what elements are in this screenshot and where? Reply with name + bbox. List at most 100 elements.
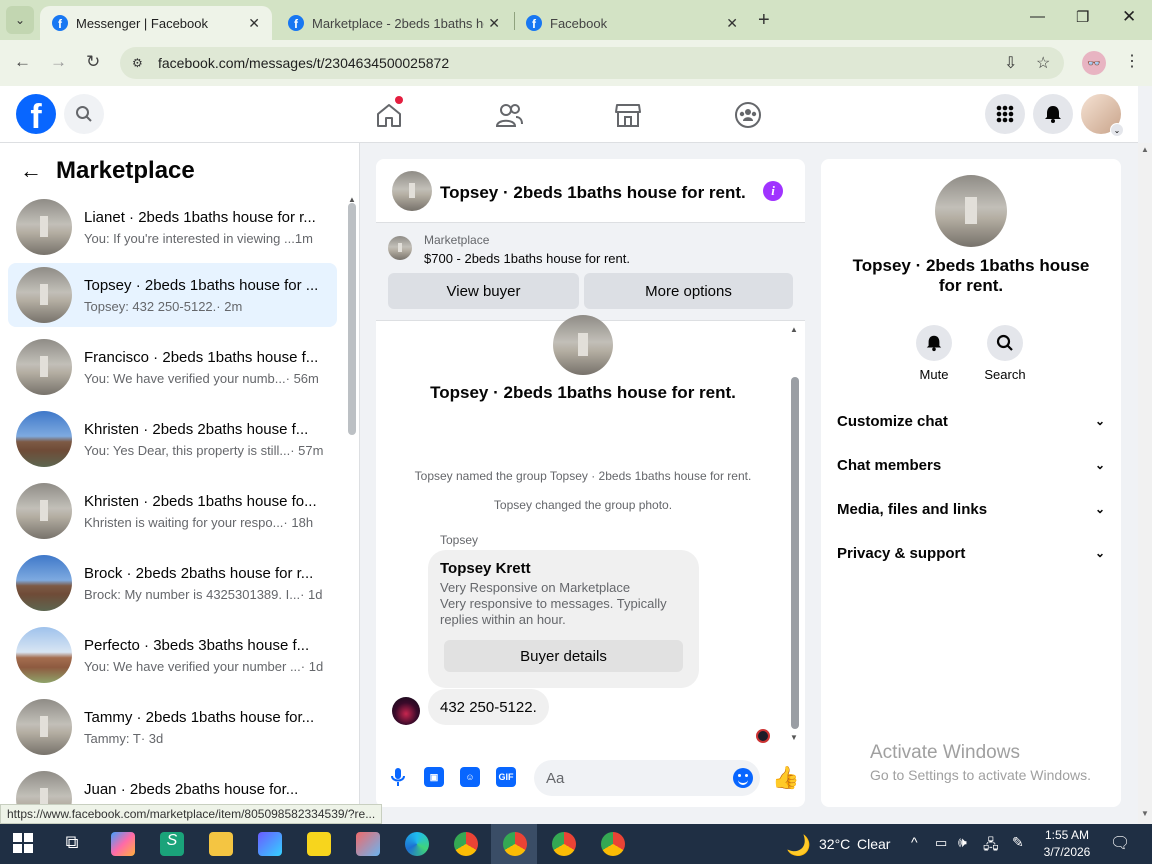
buyer-details-button[interactable]: Buyer details — [444, 640, 683, 672]
chrome-icon[interactable] — [454, 832, 478, 856]
chat-members-section[interactable]: Chat members ⌄ — [829, 443, 1113, 487]
marketplace-nav-button[interactable] — [613, 100, 643, 130]
view-buyer-button[interactable]: View buyer — [388, 273, 579, 309]
scroll-up-arrow[interactable]: ▲ — [790, 325, 798, 334]
forward-icon[interactable]: → — [50, 52, 67, 72]
mute-button[interactable] — [916, 325, 952, 361]
chat-scrollbar[interactable] — [791, 377, 799, 729]
app-s-icon[interactable]: S — [160, 832, 184, 856]
back-icon[interactable]: ← — [14, 52, 31, 72]
bookmark-star-icon[interactable]: ☆ — [1036, 53, 1050, 73]
chrome-profile-icon[interactable] — [601, 832, 625, 856]
paint-icon[interactable] — [356, 832, 380, 856]
tab-marketplace[interactable]: f Marketplace - 2beds 1baths hou ✕ — [276, 6, 512, 40]
privacy-support-section[interactable]: Privacy & support ⌄ — [829, 531, 1113, 575]
windows-start-icon[interactable] — [12, 832, 36, 856]
reload-icon[interactable]: ↻ — [86, 52, 100, 72]
restore-icon[interactable]: ❐ — [1076, 8, 1089, 26]
new-tab-icon[interactable]: + — [758, 9, 770, 32]
chat-title[interactable]: Topsey · 2beds 1baths house for rent. — [440, 183, 746, 203]
site-settings-icon[interactable]: ⚙ — [132, 56, 148, 70]
search-action[interactable]: Search — [975, 325, 1035, 382]
friends-nav-button[interactable] — [494, 100, 524, 130]
page-scrollbar[interactable]: ▲ ▼ — [1138, 143, 1152, 824]
sender-avatar[interactable] — [392, 697, 420, 725]
mute-action[interactable]: Mute — [904, 325, 964, 382]
scroll-down-arrow[interactable]: ▼ — [1141, 809, 1149, 818]
edge-icon[interactable] — [405, 832, 429, 856]
sticker-icon[interactable]: ☺ — [460, 767, 480, 787]
menu-button[interactable] — [985, 94, 1025, 134]
tab-search-button[interactable]: ⌄ — [6, 6, 34, 34]
group-photo-large[interactable] — [935, 175, 1007, 247]
close-tab-icon[interactable]: ✕ — [488, 15, 500, 32]
listing-photo — [16, 411, 72, 467]
search-in-chat-button[interactable] — [987, 325, 1023, 361]
media-files-links-section[interactable]: Media, files and links ⌄ — [829, 487, 1113, 531]
listing-thumbnail[interactable] — [388, 236, 412, 260]
clock-time[interactable]: 1:55 AM — [1038, 828, 1096, 842]
listing-title[interactable]: $700 - 2beds 1baths house for rent. — [424, 251, 630, 266]
message-input[interactable] — [534, 760, 760, 796]
temperature[interactable]: 32°C — [819, 836, 850, 852]
notifications-button[interactable] — [1033, 94, 1073, 134]
conversation-item[interactable]: Khristen · 2beds 2baths house f... You: … — [8, 407, 337, 471]
conversation-item[interactable]: Francisco · 2beds 1baths house f... You:… — [8, 335, 337, 399]
conversation-item[interactable]: Lianet · 2beds 1baths house for r... You… — [8, 195, 337, 259]
facebook-search-button[interactable] — [64, 94, 104, 134]
network-icon[interactable]: 🖧 — [983, 834, 999, 858]
file-explorer-icon[interactable] — [209, 832, 233, 856]
gif-icon[interactable]: GIF — [496, 767, 516, 787]
tab-messenger[interactable]: f Messenger | Facebook ✕ — [40, 6, 272, 40]
conversation-item[interactable]: Juan · 2beds 2baths house for... — [8, 767, 337, 807]
chrome-profile-icon[interactable] — [503, 832, 527, 856]
close-tab-icon[interactable]: ✕ — [248, 15, 260, 32]
groups-nav-button[interactable] — [733, 100, 763, 130]
thumbs-up-icon[interactable]: 👍 — [772, 765, 799, 791]
app-filter-icon[interactable] — [258, 832, 282, 856]
left-scrollbar[interactable] — [348, 203, 356, 435]
photo-icon[interactable]: ▣ — [424, 767, 444, 787]
microphone-icon[interactable] — [388, 767, 408, 787]
weather-condition[interactable]: Clear — [857, 836, 890, 852]
scroll-down-arrow[interactable]: ▼ — [790, 733, 798, 742]
emoji-icon[interactable] — [733, 768, 753, 788]
address-bar[interactable]: ⚙ facebook.com/messages/t/23046345000258… — [120, 47, 1064, 79]
home-nav-button[interactable] — [374, 100, 404, 130]
close-window-icon[interactable]: ✕ — [1122, 7, 1136, 27]
facebook-logo-icon[interactable]: f — [16, 94, 56, 134]
conversation-item[interactable]: Brock · 2beds 2baths house for r... Broc… — [8, 551, 337, 615]
chevron-up-icon[interactable]: ^ — [911, 834, 918, 850]
conversation-item[interactable]: Perfecto · 3beds 3baths house f... You: … — [8, 623, 337, 687]
install-app-icon[interactable]: ⇩ — [1004, 53, 1017, 73]
account-avatar[interactable]: ⌄ — [1081, 94, 1124, 137]
pen-icon[interactable]: ✎ — [1012, 834, 1024, 851]
tab-facebook[interactable]: f Facebook ✕ — [514, 6, 750, 40]
tray-app-icon[interactable]: ▭ — [935, 835, 947, 851]
conversation-item-active[interactable]: Topsey · 2beds 1baths house for ... Tops… — [8, 263, 337, 327]
more-options-button[interactable]: More options — [584, 273, 793, 309]
task-view-icon[interactable]: ⧉ — [60, 832, 84, 856]
sticky-notes-icon[interactable] — [307, 832, 331, 856]
chat-avatar[interactable] — [392, 171, 432, 211]
conversation-item[interactable]: Tammy · 2beds 1baths house for... Tammy:… — [8, 695, 337, 759]
back-arrow-icon[interactable]: ← — [20, 158, 42, 184]
browser-profile-avatar[interactable]: 👓 — [1082, 51, 1106, 75]
info-icon[interactable]: i — [763, 181, 783, 201]
notification-center-icon[interactable]: 🗨 — [1110, 833, 1130, 853]
moon-weather-icon[interactable]: 🌙 — [786, 833, 811, 858]
close-tab-icon[interactable]: ✕ — [726, 15, 738, 32]
message-bubble[interactable]: 432 250-5122. — [428, 689, 549, 725]
customize-chat-section[interactable]: Customize chat ⌄ — [829, 399, 1113, 443]
browser-menu-icon[interactable]: ⋮ — [1124, 51, 1140, 71]
copilot-icon[interactable] — [111, 832, 135, 856]
conversation-item[interactable]: Khristen · 2beds 1baths house fo... Khri… — [8, 479, 337, 543]
clock-date[interactable]: 3/7/2026 — [1038, 845, 1096, 859]
home-notification-dot — [395, 96, 403, 104]
chevron-down-icon: ⌄ — [1094, 458, 1105, 472]
chevron-down-icon: ⌄ — [1094, 546, 1105, 560]
chrome-profile-icon[interactable] — [552, 832, 576, 856]
scroll-up-arrow[interactable]: ▲ — [1141, 145, 1149, 154]
minimize-icon[interactable]: — — [1030, 8, 1045, 25]
volume-icon[interactable]: 🕪 — [958, 834, 967, 851]
